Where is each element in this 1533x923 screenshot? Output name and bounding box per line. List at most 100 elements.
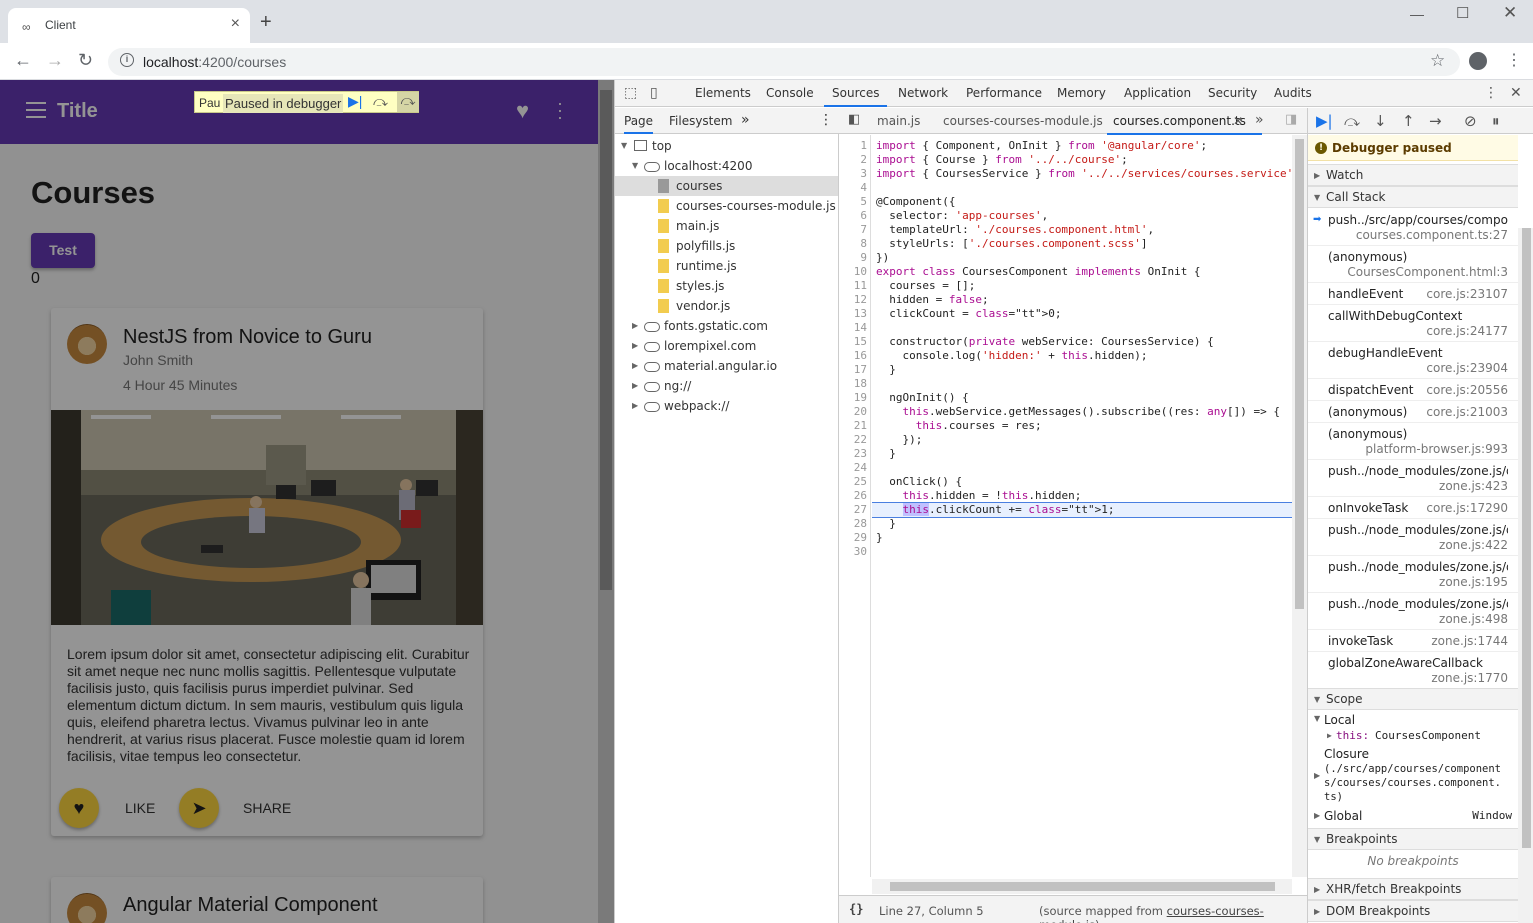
toggle-debugger-icon[interactable]: ◨ — [1285, 112, 1297, 127]
tree-item-file[interactable]: courses-courses-module.js — [615, 196, 838, 216]
site-info-icon[interactable]: i — [120, 53, 134, 67]
pause-on-exceptions-icon[interactable]: ⏸ — [1492, 112, 1500, 130]
scope-local[interactable]: ▼ Local — [1308, 712, 1518, 728]
line-number[interactable]: 15 — [854, 335, 867, 349]
tree-item-domain[interactable]: ▶ lorempixel.com — [615, 336, 838, 356]
call-frame[interactable]: onInvokeTask core.js:17290 — [1308, 497, 1518, 519]
line-number[interactable]: 14 — [854, 321, 867, 335]
watch-section-header[interactable]: ▶ Watch — [1308, 164, 1518, 186]
tree-item-top[interactable]: ▼ top — [615, 136, 838, 156]
tab-sources[interactable]: Sources — [823, 86, 889, 107]
tab-close-icon[interactable]: × — [231, 15, 240, 33]
editor-tab[interactable]: main.js — [877, 114, 920, 128]
call-frame[interactable]: push../node_modules/zone.js/di...zone.js… — [1308, 460, 1518, 497]
step-over-icon[interactable]: ⤼ — [1344, 112, 1360, 130]
call-frame[interactable]: invokeTask zone.js:1744 — [1308, 630, 1518, 652]
tree-item-file[interactable]: vendor.js — [615, 296, 838, 316]
call-frame[interactable]: push../node_modules/zone.js/di...zone.js… — [1308, 519, 1518, 556]
line-number[interactable]: 26 — [854, 489, 867, 503]
call-frame[interactable]: push../node_modules/zone.js/di...zone.js… — [1308, 556, 1518, 593]
step-icon[interactable]: → — [1429, 112, 1442, 130]
tree-item-host[interactable]: ▼ localhost:4200 — [615, 156, 838, 176]
editor-vertical-scrollbar[interactable] — [1292, 135, 1307, 877]
line-number[interactable]: 24 — [854, 461, 867, 475]
new-tab-button[interactable]: + — [260, 12, 272, 32]
maximize-icon[interactable]: ☐ — [1456, 4, 1469, 22]
line-number[interactable]: 30 — [854, 545, 867, 559]
url-text[interactable]: localhost:4200/courses — [143, 54, 286, 70]
tab-network[interactable]: Network — [898, 86, 948, 100]
bookmark-star-icon[interactable]: ☆ — [1430, 51, 1445, 71]
tree-item-file[interactable]: courses — [615, 176, 838, 196]
window-close-icon[interactable]: ✕ — [1503, 3, 1517, 23]
close-tab-icon[interactable]: ✕ — [1233, 114, 1243, 128]
step-out-icon[interactable]: ↑ — [1402, 112, 1415, 130]
line-number[interactable]: 22 — [854, 433, 867, 447]
devtools-menu-icon[interactable]: ⋮ — [1484, 85, 1498, 101]
call-frame[interactable]: ➡ push../src/app/courses/compon... courses… — [1308, 209, 1518, 246]
step-over-icon[interactable]: ⤼ — [373, 93, 388, 110]
xhr-breakpoints-section-header[interactable]: ▶ XHR/fetch Breakpoints — [1308, 878, 1518, 900]
line-number[interactable]: 28 — [854, 517, 867, 531]
step-over-icon[interactable]: ⤼ — [397, 92, 419, 112]
tab-audits[interactable]: Audits — [1274, 86, 1312, 100]
line-number[interactable]: 16 — [854, 349, 867, 363]
scope-section-header[interactable]: ▼ Scope — [1308, 688, 1518, 710]
tab-console[interactable]: Console — [766, 86, 814, 100]
tree-item-file[interactable]: runtime.js — [615, 256, 838, 276]
code-area[interactable]: import { Component, OnInit } from '@angu… — [872, 135, 1292, 877]
line-number[interactable]: 29 — [854, 531, 867, 545]
tab-memory[interactable]: Memory — [1057, 86, 1106, 100]
line-number[interactable]: 8 — [860, 237, 867, 251]
call-frame[interactable]: callWithDebugContext core.js:24177 — [1308, 305, 1518, 342]
minimize-icon[interactable]: — — [1410, 6, 1424, 22]
reload-icon[interactable]: ↻ — [78, 50, 93, 71]
line-number[interactable]: 19 — [854, 391, 867, 405]
device-toolbar-icon[interactable]: ▯ — [650, 85, 658, 101]
breakpoints-section-header[interactable]: ▼ Breakpoints — [1308, 828, 1518, 850]
call-frame[interactable]: dispatchEvent core.js:20556 — [1308, 379, 1518, 401]
tree-item-file[interactable]: polyfills.js — [615, 236, 838, 256]
tree-item-file[interactable]: main.js — [615, 216, 838, 236]
call-frame[interactable]: push../node_modules/zone.js/di...zone.js… — [1308, 593, 1518, 630]
line-number[interactable]: 27 — [854, 503, 867, 517]
scope-global[interactable]: ▶ Global Window — [1308, 808, 1518, 826]
line-number[interactable]: 18 — [854, 377, 867, 391]
step-into-icon[interactable]: ↓ — [1374, 112, 1387, 130]
line-number[interactable]: 25 — [854, 475, 867, 489]
call-frame[interactable]: debugHandleEvent core.js:23904 — [1308, 342, 1518, 379]
call-frame[interactable]: globalZoneAwareCallback zone.js:1770 — [1308, 652, 1518, 689]
line-number[interactable]: 11 — [854, 279, 867, 293]
line-number[interactable]: 23 — [854, 447, 867, 461]
toggle-navigator-icon[interactable]: ◧ — [848, 112, 860, 127]
back-icon[interactable]: ← — [14, 50, 32, 71]
tree-item-domain[interactable]: ▶ webpack:// — [615, 396, 838, 416]
page-scrollbar[interactable] — [598, 80, 614, 923]
browser-menu-icon[interactable]: ⋮ — [1506, 50, 1522, 70]
tree-item-file[interactable]: styles.js — [615, 276, 838, 296]
deactivate-breakpoints-icon[interactable]: ⊘ — [1464, 112, 1477, 130]
line-number[interactable]: 3 — [860, 167, 867, 181]
resume-icon[interactable]: ▶| — [348, 93, 362, 110]
resume-icon[interactable]: ▶| — [1316, 112, 1333, 130]
line-number[interactable]: 10 — [854, 265, 867, 279]
editor-tab-active[interactable]: courses.component.ts — [1107, 114, 1262, 135]
line-number[interactable]: 13 — [854, 307, 867, 321]
browser-tab[interactable]: ∞ Client × — [8, 8, 250, 43]
dom-breakpoints-section-header[interactable]: ▶ DOM Breakpoints — [1308, 900, 1518, 922]
call-frame[interactable]: handleEvent core.js:23107 — [1308, 283, 1518, 305]
scope-this[interactable]: ▶ this: CoursesComponent — [1308, 728, 1518, 744]
tab-security[interactable]: Security — [1208, 86, 1257, 100]
pretty-print-button[interactable]: {} — [849, 902, 863, 916]
call-frame[interactable]: (anonymous) CoursesComponent.html:3 — [1308, 246, 1518, 283]
line-number[interactable]: 17 — [854, 363, 867, 377]
account-avatar-icon[interactable] — [1469, 52, 1487, 70]
tab-elements[interactable]: Elements — [695, 86, 751, 100]
line-number[interactable]: 4 — [860, 181, 867, 195]
forward-icon[interactable]: → — [46, 50, 64, 71]
line-number[interactable]: 1 — [860, 139, 867, 153]
call-frame[interactable]: (anonymous) core.js:21003 — [1308, 401, 1518, 423]
omnibox[interactable]: i localhost:4200/courses — [108, 48, 1460, 76]
inspect-element-icon[interactable]: ⬚ — [624, 85, 637, 101]
line-number[interactable]: 2 — [860, 153, 867, 167]
